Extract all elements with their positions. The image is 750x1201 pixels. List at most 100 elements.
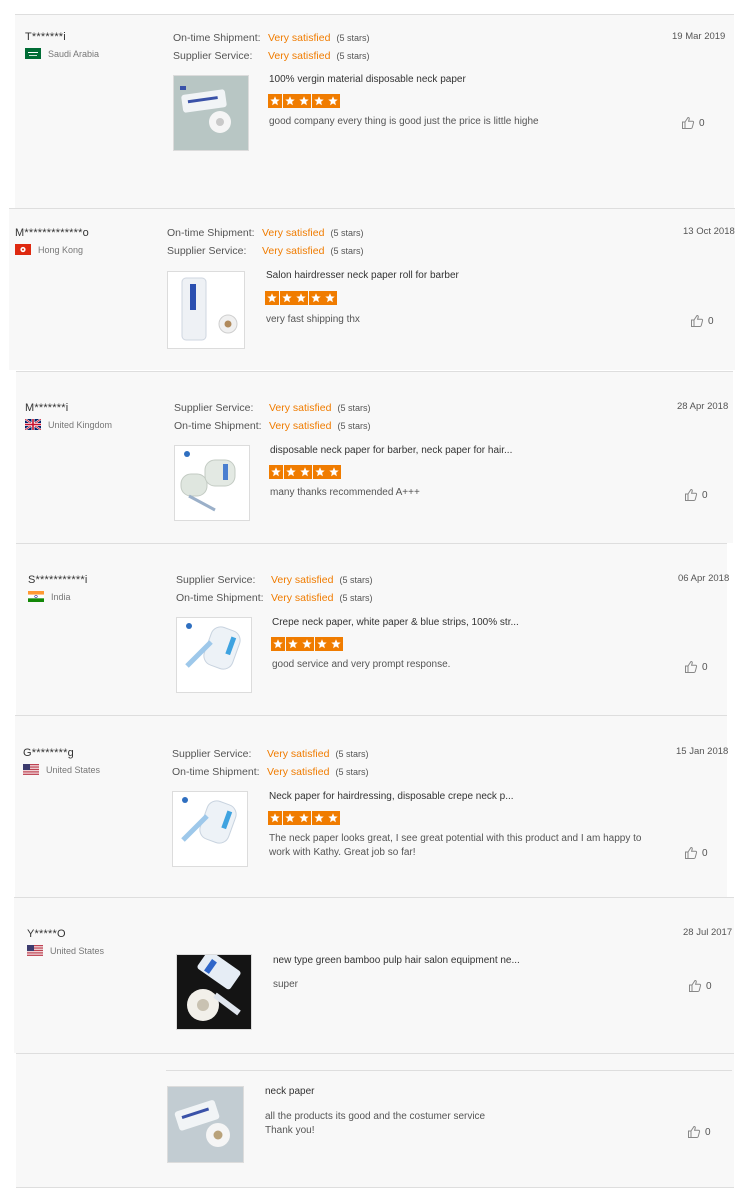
rating-count: (5 stars): [337, 421, 371, 431]
rating-label: Supplier Service:: [174, 402, 254, 414]
like-button[interactable]: 0: [681, 116, 705, 130]
united-states-flag-icon: [23, 764, 39, 775]
reviewer-info: M*************o Hong Kong: [15, 227, 89, 255]
like-count: 0: [708, 315, 714, 327]
rating-row: On-time Shipment: Very satisfied (5 star…: [176, 589, 372, 607]
product-image[interactable]: [174, 445, 250, 521]
reviewer-country: United Kingdom: [24, 418, 112, 431]
product-title[interactable]: Crepe neck paper, white paper & blue str…: [272, 617, 519, 628]
rating-count: (5 stars): [335, 767, 369, 777]
review-comment: good service and very prompt response.: [272, 659, 451, 670]
product-title[interactable]: new type green bamboo pulp hair salon eq…: [273, 955, 520, 966]
product-image[interactable]: [176, 617, 252, 693]
review-card: neck paper all the products its good and…: [16, 1053, 734, 1188]
product-image[interactable]: [173, 75, 249, 151]
star-icon: [312, 465, 328, 479]
rating-count: (5 stars): [339, 575, 373, 585]
star-icon: [329, 637, 344, 651]
star-rating: [271, 637, 344, 651]
star-icon: [308, 291, 324, 305]
rating-row: Supplier Service: Very satisfied (5 star…: [173, 47, 369, 65]
star-rating: [268, 94, 341, 108]
product-title[interactable]: Neck paper for hairdressing, disposable …: [269, 791, 514, 802]
reviewer-name: G********g: [23, 747, 74, 759]
thumbs-up-icon: [684, 660, 702, 674]
rating-count: (5 stars): [337, 403, 371, 413]
like-count: 0: [702, 489, 708, 501]
star-icon: [314, 637, 330, 651]
thumbs-up-icon: [684, 846, 702, 860]
rating-label: Supplier Service:: [172, 748, 252, 760]
thumbs-up-icon: [687, 1125, 705, 1139]
star-icon: [271, 637, 286, 651]
star-icon: [326, 94, 341, 108]
star-icon: [297, 811, 312, 825]
rating-row: On-time Shipment: Very satisfied (5 star…: [174, 417, 370, 435]
review-date: 13 Oct 2018: [683, 226, 735, 237]
star-icon: [265, 291, 280, 305]
product-image[interactable]: [167, 1086, 244, 1163]
reviewer-country: United States: [27, 945, 104, 956]
star-icon: [279, 291, 295, 305]
country-name: Hong Kong: [38, 244, 84, 255]
reviewer-country: India: [28, 591, 87, 602]
country-name: India: [51, 591, 71, 602]
rating-row: On-time Shipment: Very satisfied (5 star…: [172, 763, 368, 781]
product-image[interactable]: [176, 954, 252, 1030]
like-button[interactable]: 0: [684, 660, 708, 674]
rating-row: Supplier Service: Very satisfied (5 star…: [176, 571, 372, 589]
review-card: G********g United States Supplier Servic…: [15, 715, 729, 897]
united-states-flag-icon: [27, 945, 43, 956]
review-comment: all the products its good and the costum…: [265, 1111, 486, 1136]
star-icon: [283, 465, 299, 479]
like-count: 0: [706, 980, 712, 992]
star-icon: [268, 94, 283, 108]
like-count: 0: [705, 1126, 711, 1138]
star-icon: [311, 94, 327, 108]
review-card: M*******i United Kingdom Supplier Servic…: [16, 371, 733, 543]
product-title[interactable]: Salon hairdresser neck paper roll for ba…: [266, 270, 459, 281]
star-icon: [298, 465, 313, 479]
review-date: 15 Jan 2018: [676, 746, 729, 757]
rating-label: Supplier Service:: [176, 574, 256, 586]
rating-value: Very satisfied: [267, 748, 330, 760]
saudi-arabia-flag-icon: [25, 48, 41, 59]
like-count: 0: [699, 117, 705, 129]
star-icon: [285, 637, 301, 651]
star-icon: [326, 811, 341, 825]
reviewer-name: T*******i: [25, 31, 66, 43]
star-icon: [300, 637, 315, 651]
review-comment: very fast shipping thx: [266, 314, 360, 325]
reviewer-name: S***********i: [28, 574, 88, 586]
product-title[interactable]: 100% vergin material disposable neck pap…: [269, 74, 466, 85]
rating-block: On-time Shipment: Very satisfied (5 star…: [173, 29, 369, 65]
rating-row: Supplier Service: Very satisfied (5 star…: [167, 242, 363, 260]
like-button[interactable]: 0: [684, 846, 708, 860]
rating-count: (5 stars): [335, 749, 369, 759]
review-comment: super: [273, 979, 299, 990]
reviewer-country: Saudi Arabia: [25, 48, 99, 59]
country-name: Saudi Arabia: [48, 48, 100, 59]
product-image[interactable]: [172, 791, 248, 867]
star-icon: [311, 811, 327, 825]
rating-value: Very satisfied: [262, 227, 325, 239]
country-name: United States: [50, 945, 105, 956]
like-button[interactable]: 0: [684, 488, 708, 502]
product-title[interactable]: disposable neck paper for barber, neck p…: [270, 445, 512, 456]
product-image[interactable]: [167, 271, 245, 349]
hong-kong-flag-icon: [15, 244, 31, 255]
review-card: Y*****O United States 28 Jul 2017 new ty…: [14, 897, 734, 1053]
review-card: T*******i Saudi Arabia On-time Shipment:…: [15, 14, 734, 208]
rating-row: On-time Shipment: Very satisfied (5 star…: [167, 224, 363, 242]
like-button[interactable]: 0: [688, 979, 712, 993]
product-title[interactable]: neck paper: [265, 1086, 314, 1097]
united-kingdom-flag-icon: [24, 418, 42, 431]
rating-block: Supplier Service: Very satisfied (5 star…: [176, 571, 372, 607]
star-icon: [297, 94, 312, 108]
review-card: S***********i India Supplier Service: Ve…: [16, 543, 729, 715]
like-button[interactable]: 0: [687, 1125, 711, 1139]
rating-value: Very satisfied: [269, 402, 332, 414]
rating-value: Very satisfied: [271, 592, 334, 604]
reviewer-name: M*******i: [25, 402, 69, 414]
like-button[interactable]: 0: [690, 314, 714, 328]
